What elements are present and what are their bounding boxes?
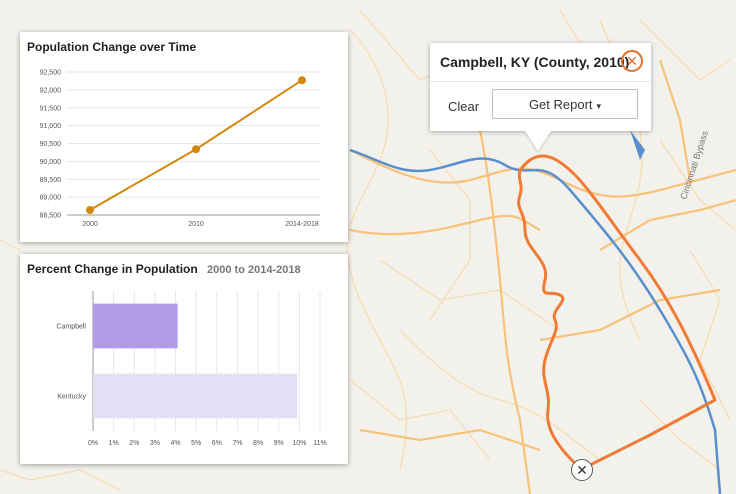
- y-tick-label: 89,000: [40, 195, 62, 202]
- get-report-label: Get Report: [528, 97, 593, 112]
- x-tick-label: 0%: [88, 440, 98, 447]
- y-tick-label: 90,000: [40, 159, 62, 166]
- x-tick-label: 2%: [129, 440, 139, 447]
- y-tick-label: 89,500: [40, 177, 62, 184]
- bar-chart: 0% 1% 2% 3% 4% 5% 6% 7% 8% 9% 10% 11% Campbell Kentuc…: [56, 291, 327, 447]
- data-point: [192, 145, 200, 154]
- x-tick-label: 6%: [212, 440, 222, 447]
- y-tick-label: 90,500: [40, 141, 62, 148]
- close-icon[interactable]: ✕: [621, 50, 643, 72]
- clear-button[interactable]: Clear: [448, 99, 479, 114]
- y-tick-label: 91,500: [40, 105, 62, 112]
- caret-down-icon: ▾: [596, 101, 602, 111]
- y-tick-label: 88,500: [40, 213, 62, 220]
- y-tick-label: 92,000: [40, 87, 62, 94]
- y-tick-label: 91,000: [40, 123, 62, 130]
- line-chart: 88,500 89,000 89,500 90,000 90,500 91,000 91,5…: [40, 70, 320, 228]
- y-category-label: Campbell: [56, 324, 86, 331]
- x-tick-label: 3%: [150, 440, 160, 447]
- x-tick-label: 1%: [109, 440, 119, 447]
- y-category-label: Kentucky: [57, 394, 86, 401]
- series-line: [89, 79, 303, 211]
- x-tick-label: 11%: [313, 440, 327, 447]
- x-tick-label: 2000: [82, 221, 98, 228]
- popup-pointer: [525, 131, 551, 151]
- x-tick-label: 10%: [292, 440, 306, 447]
- x-tick-label: 5%: [191, 440, 201, 447]
- boundary-close-icon[interactable]: ✕: [571, 459, 593, 481]
- line-chart-card: Population Change over Time 88,500 89,000…: [20, 32, 348, 242]
- y-tick-label: 92,500: [40, 70, 62, 77]
- x-tick-label: 9%: [274, 440, 284, 447]
- popup-title: Campbell, KY (County, 2010): [440, 54, 630, 70]
- bar: [93, 303, 178, 349]
- bar: [93, 373, 298, 419]
- county-popup: Campbell, KY (County, 2010) ✕ Clear Get …: [430, 43, 651, 131]
- x-tick-label: 4%: [170, 440, 180, 447]
- popup-divider: [430, 81, 651, 82]
- get-report-button[interactable]: Get Report ▾: [492, 89, 638, 119]
- x-tick-label: 7%: [232, 440, 242, 447]
- x-tick-label: 2010: [188, 221, 204, 228]
- x-tick-label: 2014-2018: [285, 221, 319, 228]
- bar-chart-card: Percent Change in Population 2000 to 201…: [20, 254, 348, 464]
- x-tick-label: 8%: [253, 440, 263, 447]
- data-point: [86, 205, 94, 214]
- data-point: [298, 76, 306, 85]
